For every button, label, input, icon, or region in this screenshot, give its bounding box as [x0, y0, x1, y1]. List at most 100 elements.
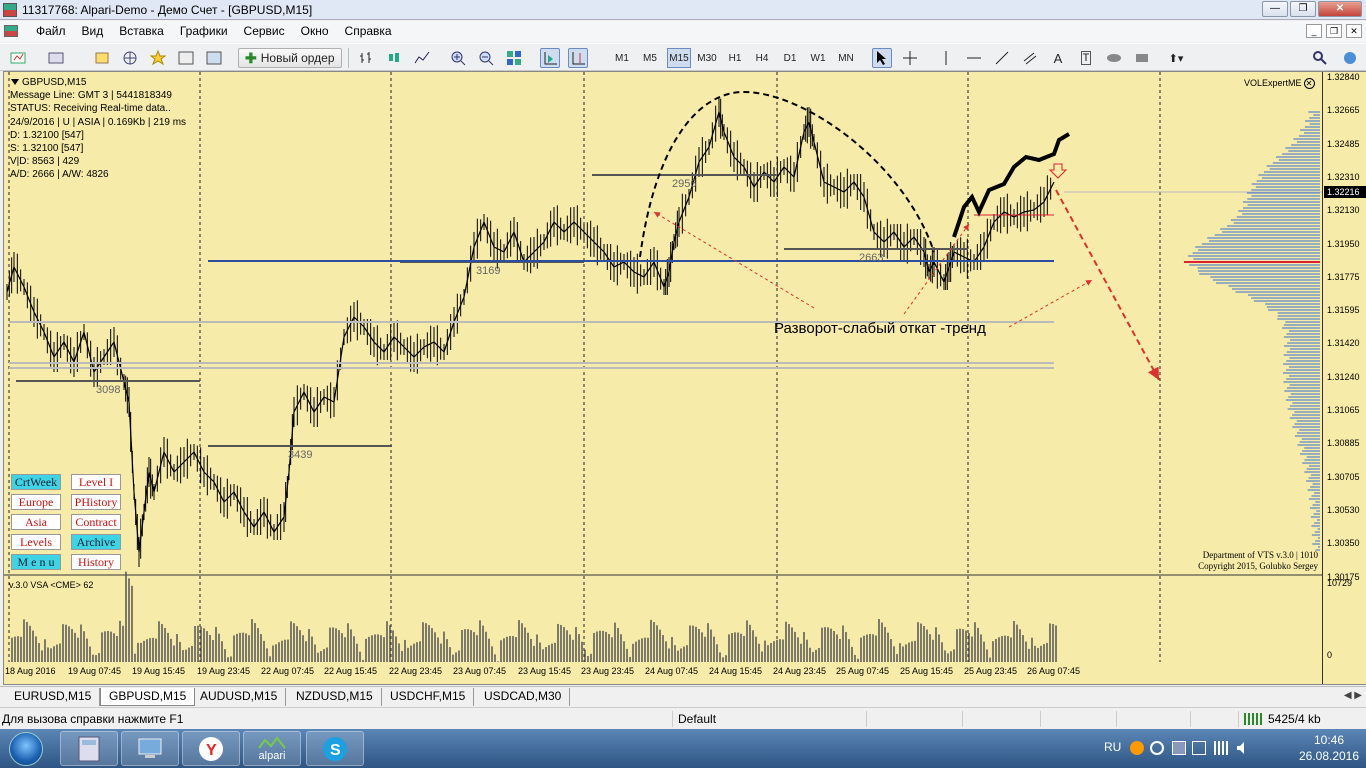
chart-symbol: GBPUSD,M15: [10, 76, 186, 89]
tile-windows-icon[interactable]: [504, 48, 524, 68]
tray-flag-icon[interactable]: [1172, 741, 1186, 755]
arrows-dropdown-icon[interactable]: ⬆▾: [1162, 48, 1190, 68]
indicator-button-contract[interactable]: Contract: [71, 514, 121, 530]
maximize-button[interactable]: ❐: [1290, 1, 1316, 17]
menu-tools[interactable]: Сервис: [236, 24, 293, 38]
zoom-out-icon[interactable]: [476, 48, 496, 68]
autoscroll-icon[interactable]: [540, 48, 560, 68]
taskbar-remote-desktop[interactable]: [121, 731, 179, 766]
tab-eurusd[interactable]: EURUSD,M15: [6, 688, 101, 706]
terminal-icon[interactable]: [176, 48, 196, 68]
indicator-button-phistory[interactable]: PHistory: [71, 494, 121, 510]
taskbar-yandex[interactable]: Y: [182, 731, 240, 766]
tab-gbpusd[interactable]: GBPUSD,M15: [100, 688, 196, 706]
tray-update-icon[interactable]: [1150, 741, 1164, 755]
svg-text:Y: Y: [206, 742, 217, 759]
tab-nzdusd[interactable]: NZDUSD,M15: [288, 688, 382, 706]
tf-h1-button[interactable]: H1: [725, 48, 745, 68]
favorites-icon[interactable]: [148, 48, 168, 68]
chart-window[interactable]: 3098 3439 3169 2956 2663 1.32840 1.32665 1.324…: [3, 71, 1366, 685]
language-indicator[interactable]: RU: [1104, 740, 1121, 754]
network-icon[interactable]: [1214, 741, 1228, 755]
menu-help[interactable]: Справка: [337, 24, 400, 38]
price-axis: 1.32840 1.32665 1.32485 1.32310 1.32130 1.319…: [1322, 72, 1366, 684]
menu-insert[interactable]: Вставка: [111, 24, 172, 38]
menu-bar: Файл Вид Вставка Графики Сервис Окно Спр…: [0, 21, 1366, 42]
clock-date[interactable]: 26.08.2016: [1294, 749, 1364, 763]
indicator-button-menu[interactable]: M e n u: [11, 554, 61, 570]
indicator-button-levels[interactable]: Levels: [11, 534, 61, 550]
tf-m30-button[interactable]: M30: [695, 48, 719, 68]
tf-w1-button[interactable]: W1: [808, 48, 828, 68]
new-order-button[interactable]: ✚ Новый ордер: [238, 48, 342, 68]
menu-window[interactable]: Окно: [293, 24, 337, 38]
horizontal-line-icon[interactable]: [964, 48, 984, 68]
ellipse-icon[interactable]: [1104, 48, 1124, 68]
mdi-restore-button[interactable]: ❐: [1326, 24, 1342, 38]
candle-chart-icon[interactable]: [384, 48, 404, 68]
tf-m15-button[interactable]: M15: [667, 48, 691, 68]
mdi-close-button[interactable]: ✕: [1346, 24, 1362, 38]
tab-usdchf[interactable]: USDCHF,M15: [382, 688, 475, 706]
mdi-minimize-button[interactable]: _: [1306, 24, 1322, 38]
tester-icon[interactable]: [204, 48, 224, 68]
tab-usdcad[interactable]: USDCAD,M30: [476, 688, 571, 706]
minimize-button[interactable]: —: [1262, 1, 1288, 17]
close-circle-icon[interactable]: ✕: [1303, 78, 1315, 89]
crosshair-icon[interactable]: [900, 48, 920, 68]
trendline-icon[interactable]: [992, 48, 1012, 68]
tray-app-icon[interactable]: [1130, 741, 1144, 755]
plus-icon: ✚: [245, 49, 257, 66]
indicator-button-history[interactable]: History: [71, 554, 121, 570]
navigator-icon[interactable]: [120, 48, 140, 68]
cursor-icon[interactable]: [872, 48, 892, 68]
search-icon[interactable]: [1310, 48, 1330, 68]
channel-icon[interactable]: [1020, 48, 1040, 68]
menu-view[interactable]: Вид: [74, 24, 112, 38]
price-tick-label: 1.31065: [1327, 405, 1360, 415]
market-watch-icon[interactable]: [92, 48, 112, 68]
time-tick-label: 19 Aug 07:45: [68, 666, 122, 676]
vertical-line-icon[interactable]: [936, 48, 956, 68]
zoom-in-icon[interactable]: [448, 48, 468, 68]
time-tick-label: 22 Aug 23:45: [389, 666, 443, 676]
connection-icon: [1244, 713, 1264, 725]
rectangle-icon[interactable]: [1132, 48, 1152, 68]
tf-mn-button[interactable]: MN: [835, 48, 857, 68]
price-chart[interactable]: 3098 3439 3169 2956 2663: [4, 72, 1322, 684]
tf-m5-button[interactable]: M5: [640, 48, 660, 68]
chart-window-icon[interactable]: [4, 25, 18, 37]
price-tick-label: 1.32310: [1327, 171, 1360, 182]
indicator-button-crtweek[interactable]: CrtWeek: [11, 474, 61, 490]
chart-shift-icon[interactable]: [568, 48, 588, 68]
volume-icon[interactable]: [1236, 741, 1250, 755]
tf-d1-button[interactable]: D1: [780, 48, 800, 68]
taskbar-calculator[interactable]: [60, 731, 118, 766]
menu-charts[interactable]: Графики: [172, 24, 236, 38]
tf-h4-button[interactable]: H4: [752, 48, 772, 68]
text-label-icon[interactable]: T: [1076, 48, 1096, 68]
bar-chart-icon[interactable]: [356, 48, 376, 68]
text-icon[interactable]: A: [1048, 48, 1068, 68]
close-button[interactable]: ✕: [1318, 1, 1362, 17]
line-chart-icon[interactable]: [412, 48, 432, 68]
indicator-button-archive[interactable]: Archive: [71, 534, 121, 550]
indicator-button-leveli[interactable]: Level I: [71, 474, 121, 490]
taskbar: Y alpari S RU 10:46 26.08.2016: [0, 729, 1366, 768]
taskbar-alpari[interactable]: alpari: [243, 731, 301, 766]
start-button[interactable]: [2, 730, 52, 767]
clock-time[interactable]: 10:46: [1296, 733, 1362, 747]
tf-m1-button[interactable]: M1: [612, 48, 632, 68]
new-chart-icon[interactable]: [8, 48, 28, 68]
profiles-icon[interactable]: [46, 48, 66, 68]
menu-file[interactable]: Файл: [28, 24, 74, 38]
price-tick-label: 1.32840: [1327, 72, 1360, 82]
tray-devices-icon[interactable]: [1192, 741, 1206, 755]
price-tick-label: 1.30705: [1327, 471, 1360, 482]
indicator-button-europe[interactable]: Europe: [11, 494, 61, 510]
taskbar-skype[interactable]: S: [306, 731, 364, 766]
indicator-button-asia[interactable]: Asia: [11, 514, 61, 530]
community-icon[interactable]: [1340, 48, 1360, 68]
tab-scroll-arrows[interactable]: ◀ ▶: [1344, 690, 1362, 701]
tab-audusd[interactable]: AUDUSD,M15: [192, 688, 287, 706]
